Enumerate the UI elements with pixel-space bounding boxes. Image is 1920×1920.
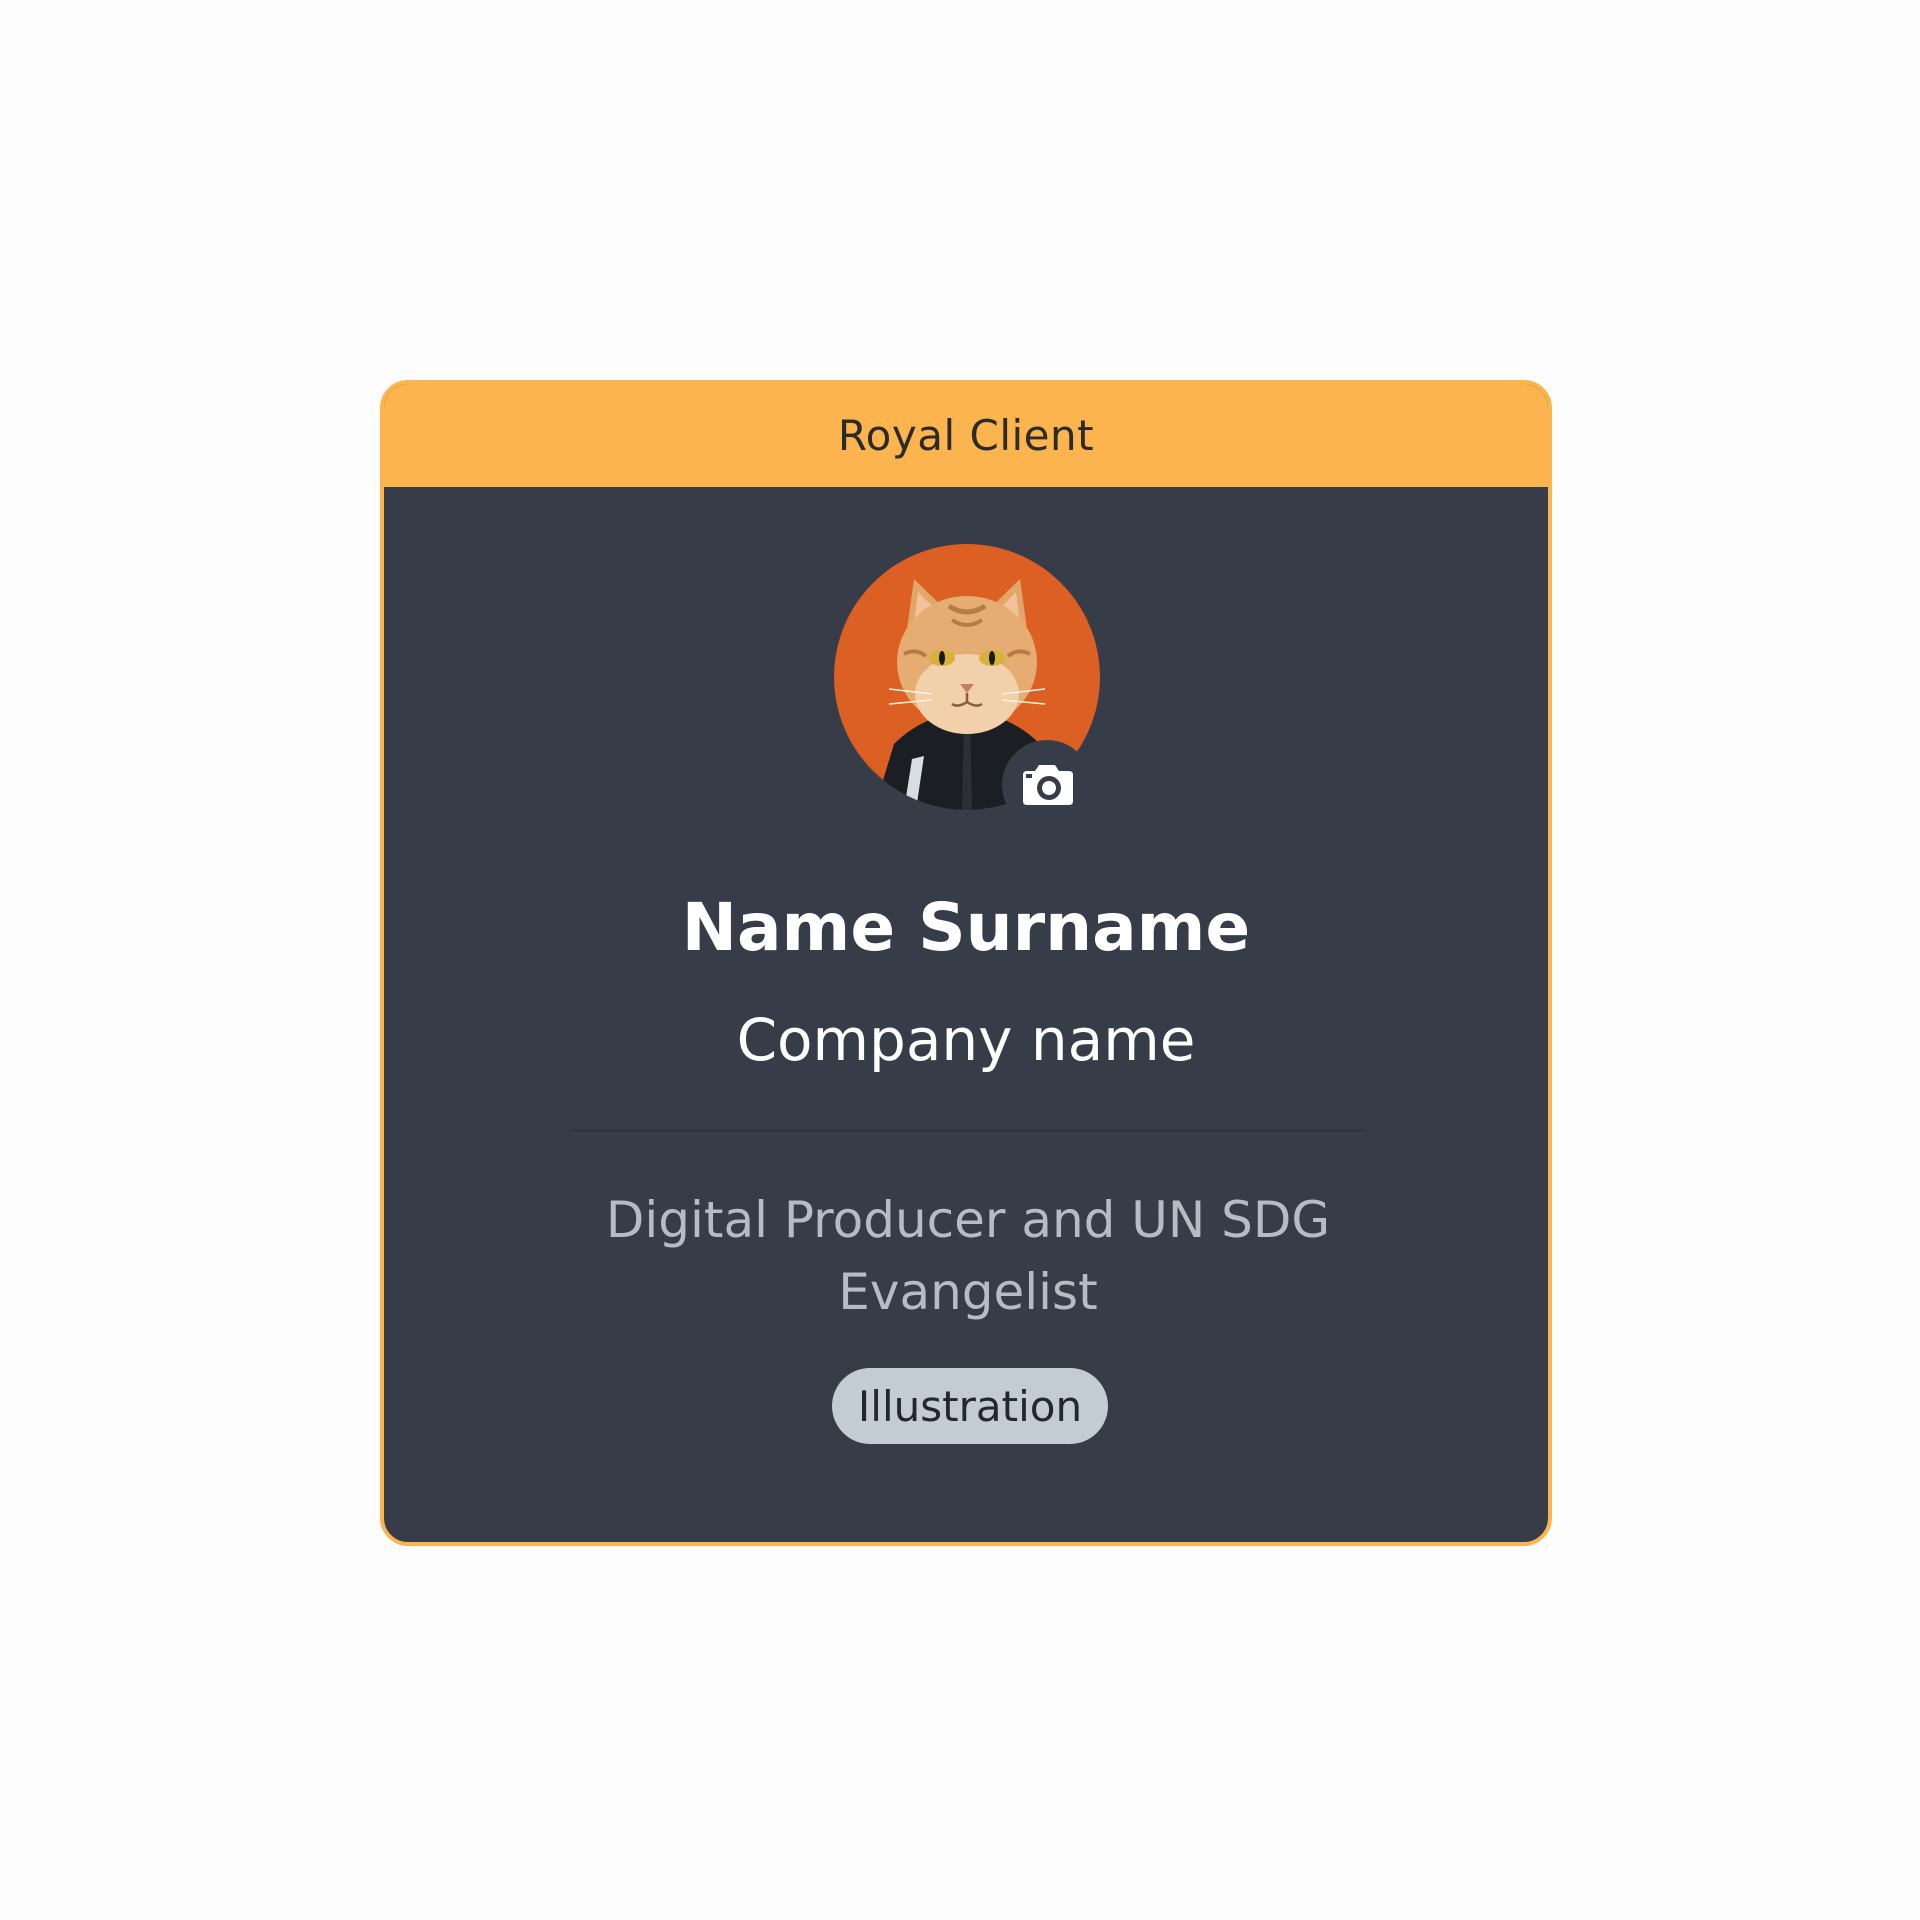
card-header: Royal Client	[384, 384, 1548, 487]
profile-name: Name Surname	[681, 889, 1251, 966]
camera-icon	[1023, 765, 1073, 805]
avatar-container	[834, 544, 1100, 830]
profile-card: Royal Client Name Surname Company name D…	[380, 380, 1552, 1546]
company-name: Company name	[736, 1006, 1196, 1074]
divider	[570, 1129, 1366, 1132]
skill-tag[interactable]: Illustration	[832, 1368, 1108, 1444]
card-header-title: Royal Client	[837, 411, 1095, 460]
change-photo-button[interactable]	[1002, 740, 1092, 830]
profile-role: Digital Producer and UN SDG Evangelist	[605, 1191, 1331, 1321]
